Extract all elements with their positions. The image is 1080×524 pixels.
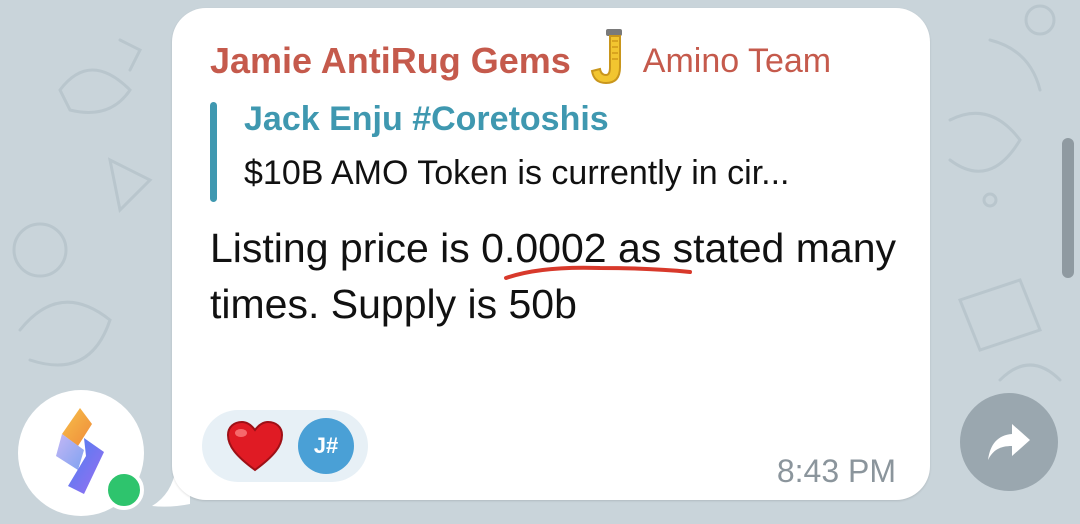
scrollbar-thumb[interactable] xyxy=(1062,138,1074,278)
reactor-avatar[interactable]: J# xyxy=(298,418,354,474)
reply-accent-bar xyxy=(210,102,217,202)
red-underline-annotation xyxy=(504,265,692,280)
reply-author: Jack Enju #Coretoshis xyxy=(244,100,609,138)
forward-button[interactable] xyxy=(960,393,1058,491)
message-timestamp: 8:43 PM xyxy=(776,453,896,489)
heart-icon xyxy=(226,420,284,472)
message-bubble[interactable]: Jamie AntiRug Gems Amino Team Jack Enju … xyxy=(172,8,930,500)
message-text-before: Listing price is xyxy=(210,225,482,271)
sender-role-badge: Amino Team xyxy=(642,41,832,80)
sender-name[interactable]: Jamie AntiRug Gems xyxy=(210,40,571,82)
sender-header: Jamie AntiRug Gems Amino Team xyxy=(210,29,832,86)
letter-j-emoji-icon xyxy=(589,29,631,85)
forward-arrow-icon xyxy=(988,424,1030,460)
reaction-chip[interactable]: J# xyxy=(202,410,368,482)
reply-preview[interactable]: Jack Enju #Coretoshis $10B AMO Token is … xyxy=(210,98,910,206)
online-status-dot xyxy=(104,470,144,510)
reply-text: $10B AMO Token is currently in cir... xyxy=(244,154,790,192)
